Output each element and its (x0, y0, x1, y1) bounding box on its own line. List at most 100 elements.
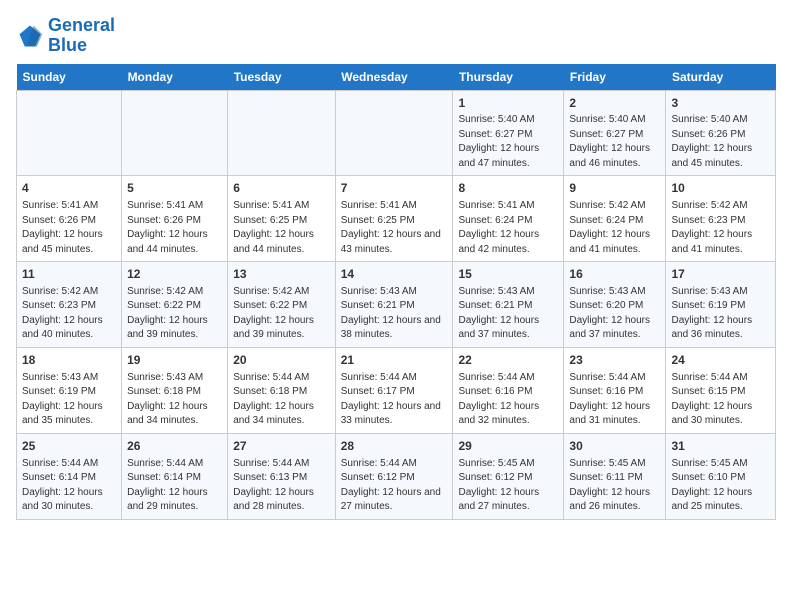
day-content: Sunrise: 5:40 AM Sunset: 6:26 PM Dayligh… (671, 113, 770, 171)
calendar-week-row: 1Sunrise: 5:40 AM Sunset: 6:27 PM Daylig… (17, 90, 776, 176)
day-content: Sunrise: 5:43 AM Sunset: 6:21 PM Dayligh… (458, 285, 558, 343)
day-number: 10 (671, 180, 770, 197)
day-content: Sunrise: 5:44 AM Sunset: 6:12 PM Dayligh… (341, 457, 448, 515)
day-number: 27 (233, 438, 330, 455)
calendar-cell: 30 Sunrise: 5:45 AM Sunset: 6:11 PM Dayli… (564, 433, 666, 519)
day-content: Sunrise: 5:45 AM Sunset: 6:11 PM Dayligh… (569, 457, 660, 515)
day-content: Sunrise: 5:44 AM Sunset: 6:16 PM Dayligh… (569, 371, 660, 429)
day-number: 21 (341, 352, 448, 369)
day-content: Sunrise: 5:42 AM Sunset: 6:24 PM Dayligh… (569, 199, 660, 257)
calendar-cell: 29Sunrise: 5:45 AM Sunset: 6:12 PM Dayli… (453, 433, 564, 519)
day-number: 5 (127, 180, 222, 197)
day-number: 4 (22, 180, 116, 197)
day-content: Sunrise: 5:43 AM Sunset: 6:18 PM Dayligh… (127, 371, 222, 429)
calendar-cell: 13 Sunrise: 5:42 AM Sunset: 6:22 PM Dayli… (228, 262, 336, 348)
calendar-cell: 12 Sunrise: 5:42 AM Sunset: 6:22 PM Dayli… (122, 262, 228, 348)
day-number: 31 (671, 438, 770, 455)
day-number: 15 (458, 266, 558, 283)
day-content: Sunrise: 5:44 AM Sunset: 6:18 PM Dayligh… (233, 371, 330, 429)
calendar-cell: 2Sunrise: 5:40 AM Sunset: 6:27 PM Daylig… (564, 90, 666, 176)
day-content: Sunrise: 5:42 AM Sunset: 6:23 PM Dayligh… (22, 285, 116, 343)
day-number: 7 (341, 180, 448, 197)
calendar-cell: 6 Sunrise: 5:41 AM Sunset: 6:25 PM Daylig… (228, 176, 336, 262)
day-number: 6 (233, 180, 330, 197)
day-number: 11 (22, 266, 116, 283)
weekday-header: Thursday (453, 64, 564, 91)
calendar-cell: 8 Sunrise: 5:41 AM Sunset: 6:24 PM Daylig… (453, 176, 564, 262)
weekday-header: Sunday (17, 64, 122, 91)
calendar-cell (122, 90, 228, 176)
calendar-cell: 26 Sunrise: 5:44 AM Sunset: 6:14 PM Dayli… (122, 433, 228, 519)
day-content: Sunrise: 5:43 AM Sunset: 6:20 PM Dayligh… (569, 285, 660, 343)
day-number: 18 (22, 352, 116, 369)
day-content: Sunrise: 5:44 AM Sunset: 6:13 PM Dayligh… (233, 457, 330, 515)
calendar-cell: 22 Sunrise: 5:44 AM Sunset: 6:16 PM Dayli… (453, 347, 564, 433)
calendar-cell: 27 Sunrise: 5:44 AM Sunset: 6:13 PM Dayli… (228, 433, 336, 519)
calendar-week-row: 11 Sunrise: 5:42 AM Sunset: 6:23 PM Dayli… (17, 262, 776, 348)
calendar-cell: 4 Sunrise: 5:41 AM Sunset: 6:26 PM Daylig… (17, 176, 122, 262)
calendar-cell: 23 Sunrise: 5:44 AM Sunset: 6:16 PM Dayli… (564, 347, 666, 433)
calendar-cell: 25Sunrise: 5:44 AM Sunset: 6:14 PM Dayli… (17, 433, 122, 519)
calendar-cell: 11 Sunrise: 5:42 AM Sunset: 6:23 PM Dayli… (17, 262, 122, 348)
logo-icon (16, 22, 44, 50)
day-content: Sunrise: 5:41 AM Sunset: 6:25 PM Dayligh… (341, 199, 448, 257)
day-content: Sunrise: 5:44 AM Sunset: 6:17 PM Dayligh… (341, 371, 448, 429)
calendar-cell: 3Sunrise: 5:40 AM Sunset: 6:26 PM Daylig… (666, 90, 776, 176)
calendar-cell: 5 Sunrise: 5:41 AM Sunset: 6:26 PM Daylig… (122, 176, 228, 262)
calendar-cell: 19 Sunrise: 5:43 AM Sunset: 6:18 PM Dayli… (122, 347, 228, 433)
day-number: 20 (233, 352, 330, 369)
calendar-week-row: 4 Sunrise: 5:41 AM Sunset: 6:26 PM Daylig… (17, 176, 776, 262)
calendar-cell: 15 Sunrise: 5:43 AM Sunset: 6:21 PM Dayli… (453, 262, 564, 348)
calendar-cell: 16 Sunrise: 5:43 AM Sunset: 6:20 PM Dayli… (564, 262, 666, 348)
calendar-week-row: 25 Sunrise: 5:44 AM Sunset: 6:14 PM Dayli… (17, 433, 776, 519)
calendar-cell: 10Sunrise: 5:42 AM Sunset: 6:23 PM Dayli… (666, 176, 776, 262)
page-header: General Blue (16, 16, 776, 56)
calendar-cell: 17 Sunrise: 5:43 AM Sunset: 6:19 PM Dayli… (666, 262, 776, 348)
day-number: 17 (671, 266, 770, 283)
day-number: 9 (569, 180, 660, 197)
day-content: Sunrise: 5:41 AM Sunset: 6:26 PM Dayligh… (22, 199, 116, 257)
calendar-cell: 31 Sunrise: 5:45 AM Sunset: 6:10 PM Dayli… (666, 433, 776, 519)
calendar-cell: 7 Sunrise: 5:41 AM Sunset: 6:25 PM Daylig… (335, 176, 453, 262)
day-content: Sunrise: 5:40 AM Sunset: 6:27 PM Dayligh… (569, 113, 660, 171)
calendar-cell: 18Sunrise: 5:43 AM Sunset: 6:19 PM Dayli… (17, 347, 122, 433)
day-number: 26 (127, 438, 222, 455)
weekday-header: Tuesday (228, 64, 336, 91)
day-content: Sunrise: 5:44 AM Sunset: 6:16 PM Dayligh… (458, 371, 558, 429)
day-content: Sunrise: 5:43 AM Sunset: 6:19 PM Dayligh… (671, 285, 770, 343)
day-number: 22 (458, 352, 558, 369)
day-content: Sunrise: 5:42 AM Sunset: 6:22 PM Dayligh… (233, 285, 330, 343)
weekday-header: Wednesday (335, 64, 453, 91)
day-number: 1 (458, 95, 558, 112)
day-number: 24 (671, 352, 770, 369)
calendar-cell: 1Sunrise: 5:40 AM Sunset: 6:27 PM Daylig… (453, 90, 564, 176)
day-content: Sunrise: 5:41 AM Sunset: 6:26 PM Dayligh… (127, 199, 222, 257)
logo: General Blue (16, 16, 115, 56)
calendar-cell: 9 Sunrise: 5:42 AM Sunset: 6:24 PM Daylig… (564, 176, 666, 262)
day-number: 30 (569, 438, 660, 455)
calendar-cell: 24 Sunrise: 5:44 AM Sunset: 6:15 PM Dayli… (666, 347, 776, 433)
day-number: 16 (569, 266, 660, 283)
calendar-table: SundayMondayTuesdayWednesdayThursdayFrid… (16, 64, 776, 520)
day-number: 12 (127, 266, 222, 283)
calendar-cell: 28 Sunrise: 5:44 AM Sunset: 6:12 PM Dayli… (335, 433, 453, 519)
day-number: 2 (569, 95, 660, 112)
logo-text: General Blue (48, 16, 115, 56)
day-content: Sunrise: 5:40 AM Sunset: 6:27 PM Dayligh… (458, 113, 558, 171)
day-content: Sunrise: 5:42 AM Sunset: 6:22 PM Dayligh… (127, 285, 222, 343)
day-content: Sunrise: 5:44 AM Sunset: 6:15 PM Dayligh… (671, 371, 770, 429)
calendar-cell: 14Sunrise: 5:43 AM Sunset: 6:21 PM Dayli… (335, 262, 453, 348)
day-number: 23 (569, 352, 660, 369)
day-number: 25 (22, 438, 116, 455)
day-content: Sunrise: 5:41 AM Sunset: 6:25 PM Dayligh… (233, 199, 330, 257)
calendar-cell: 20 Sunrise: 5:44 AM Sunset: 6:18 PM Dayli… (228, 347, 336, 433)
day-content: Sunrise: 5:41 AM Sunset: 6:24 PM Dayligh… (458, 199, 558, 257)
weekday-header: Friday (564, 64, 666, 91)
day-number: 13 (233, 266, 330, 283)
day-number: 8 (458, 180, 558, 197)
day-content: Sunrise: 5:45 AM Sunset: 6:12 PM Dayligh… (458, 457, 558, 515)
day-number: 19 (127, 352, 222, 369)
day-content: Sunrise: 5:44 AM Sunset: 6:14 PM Dayligh… (127, 457, 222, 515)
day-number: 28 (341, 438, 448, 455)
day-content: Sunrise: 5:45 AM Sunset: 6:10 PM Dayligh… (671, 457, 770, 515)
